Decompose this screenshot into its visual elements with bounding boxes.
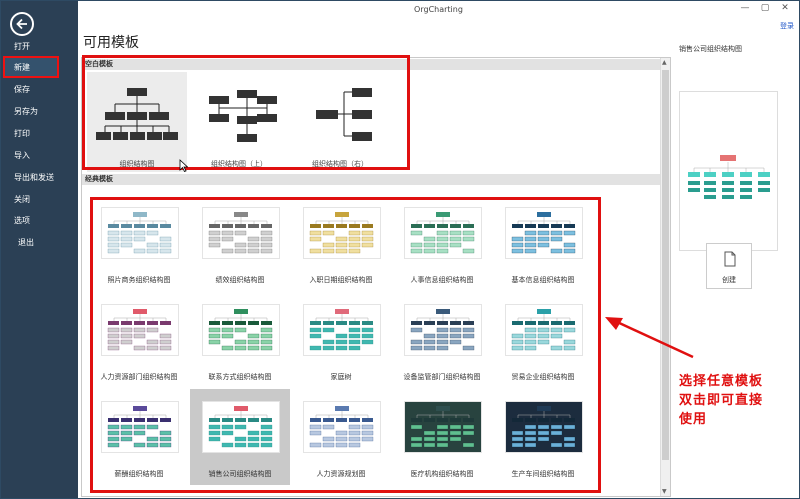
scroll-down-icon[interactable]: ▼ (662, 488, 667, 495)
annotation-line: 使用 (679, 412, 708, 427)
login-link[interactable]: 登录 (780, 21, 794, 31)
preview-title: 销售公司组织结构图 (679, 45, 742, 53)
sidebar-item-new[interactable]: 新建 (1, 58, 78, 78)
blank-templates-highlight (82, 55, 410, 170)
sidebar-item-print[interactable]: 打印 (1, 124, 78, 144)
preview-panel: 销售公司组织结构图 创建 (672, 41, 799, 498)
classic-section-header: 经典模板 (82, 174, 660, 185)
new-document-icon (724, 251, 736, 267)
annotation-arrow (605, 317, 694, 359)
mouse-cursor-icon (179, 159, 188, 172)
create-label: 创建 (722, 276, 736, 284)
sidebar-item-open[interactable]: 打开 (1, 37, 78, 57)
sidebar-item-exit[interactable]: 退出 (1, 233, 78, 253)
sidebar: 打开 新建 保存 另存为 打印 导入 导出和发送 关闭 选项 退出 (1, 1, 78, 498)
annotation-line: 双击即可直接 (679, 393, 764, 408)
panel-scrollbar[interactable]: ▲ ▼ (660, 58, 670, 496)
sidebar-item-saveas[interactable]: 另存为 (1, 102, 78, 122)
sidebar-item-options[interactable]: 选项 (1, 211, 78, 231)
scroll-up-icon[interactable]: ▲ (662, 59, 667, 66)
page-title: 可用模板 (83, 35, 139, 51)
create-button[interactable]: 创建 (706, 243, 752, 289)
preview-chart (688, 155, 770, 199)
title-bar: OrgCharting — ▢ ✕ (78, 1, 799, 19)
scroll-thumb[interactable] (662, 70, 669, 460)
annotation-text: 选择任意模板 双击即可直接 使用 (679, 372, 789, 429)
arrow-left-icon (16, 18, 27, 30)
preview-image (679, 91, 778, 251)
window-title: OrgCharting (414, 5, 463, 14)
app-window: 打开 新建 保存 另存为 打印 导入 导出和发送 关闭 选项 退出 OrgCha… (0, 0, 800, 499)
sidebar-item-close[interactable]: 关闭 (1, 190, 78, 210)
classic-templates-highlight (90, 197, 601, 493)
close-icon[interactable]: ✕ (777, 3, 793, 13)
annotation-line: 选择任意模板 (679, 374, 764, 389)
minimize-icon[interactable]: — (737, 3, 753, 13)
sidebar-item-save[interactable]: 保存 (1, 80, 78, 100)
back-button[interactable] (10, 12, 34, 36)
sidebar-item-export[interactable]: 导出和发送 (1, 168, 78, 188)
maximize-icon[interactable]: ▢ (757, 3, 773, 13)
sidebar-item-import[interactable]: 导入 (1, 146, 78, 166)
